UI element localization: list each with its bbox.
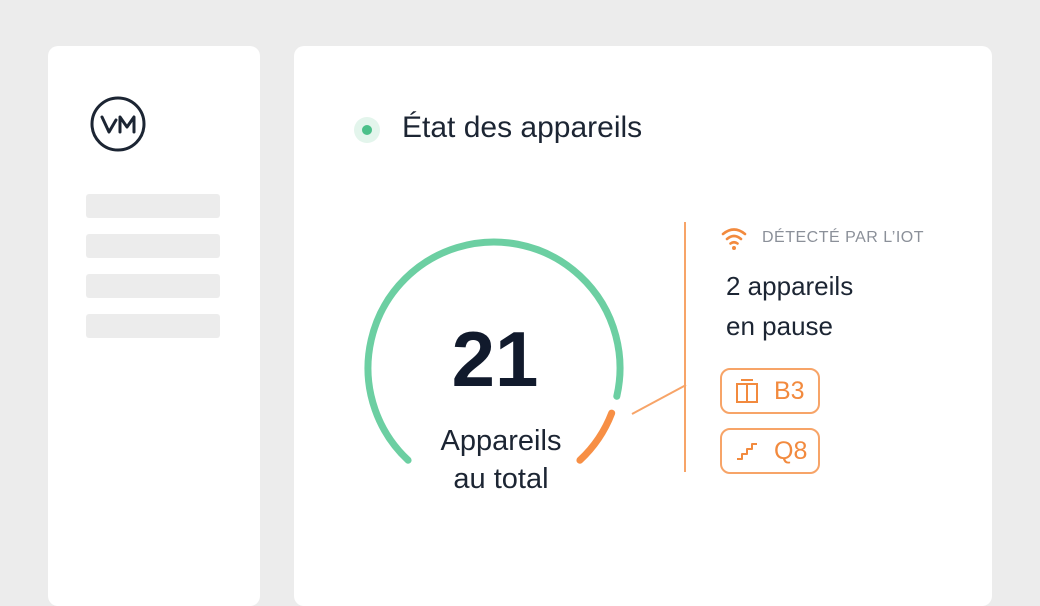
device-status-panel: État des appareils 21 Appareils au total… bbox=[294, 46, 992, 606]
sidebar bbox=[48, 46, 260, 606]
total-devices-label: Appareils au total bbox=[401, 422, 601, 498]
stairs-icon bbox=[737, 443, 757, 460]
device-tag-q8[interactable]: Q8 bbox=[720, 428, 820, 474]
sidebar-nav-item-1[interactable] bbox=[86, 194, 220, 218]
panel-title: État des appareils bbox=[402, 111, 643, 144]
status-indicator bbox=[354, 117, 380, 143]
brand-logo bbox=[90, 96, 146, 152]
device-tag-label: B3 bbox=[774, 376, 805, 405]
sidebar-nav-item-4[interactable] bbox=[86, 314, 220, 338]
total-label-line1: Appareils bbox=[440, 425, 562, 457]
iot-label: DÉTECTÉ PAR L’IOT bbox=[762, 229, 925, 246]
sidebar-nav-item-3[interactable] bbox=[86, 274, 220, 298]
app-window: État des appareils 21 Appareils au total… bbox=[0, 0, 1040, 606]
total-devices-count: 21 bbox=[451, 315, 539, 403]
section-divider bbox=[684, 222, 686, 472]
wifi-icon bbox=[721, 228, 747, 250]
sidebar-nav-item-2[interactable] bbox=[86, 234, 220, 258]
device-tag-b3[interactable]: B3 bbox=[720, 368, 820, 414]
connector-line bbox=[631, 384, 687, 415]
elevator-icon bbox=[736, 379, 758, 403]
paused-summary-line1: 2 appareils bbox=[726, 271, 854, 301]
total-label-line2: au total bbox=[453, 463, 549, 495]
device-tag-label: Q8 bbox=[774, 436, 808, 465]
paused-devices-summary: 2 appareils en pause bbox=[726, 266, 966, 346]
paused-summary-line2: en pause bbox=[726, 311, 833, 341]
iot-detection-row: DÉTECTÉ PAR L’IOT bbox=[720, 224, 924, 252]
